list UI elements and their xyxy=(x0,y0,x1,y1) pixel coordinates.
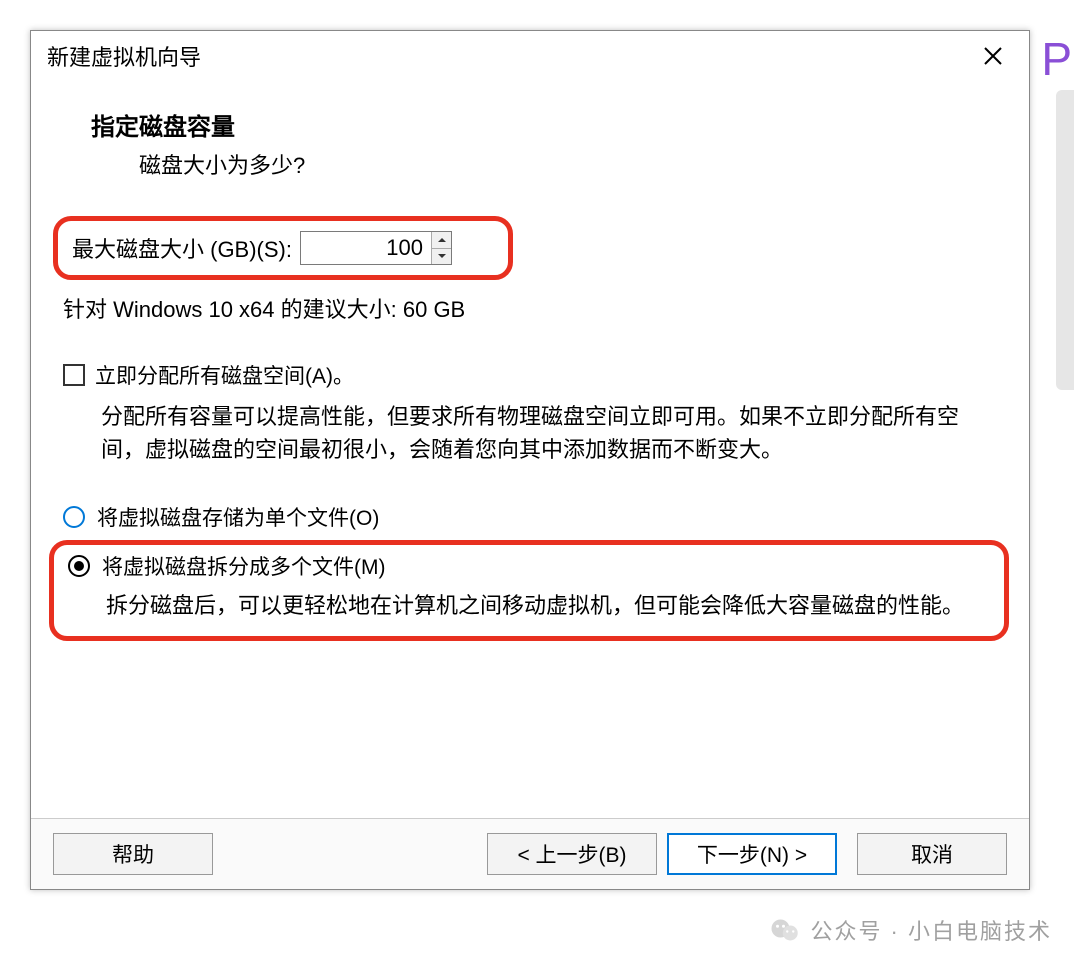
radio-split-files-row[interactable]: 将虚拟磁盘拆分成多个文件(M) xyxy=(68,551,990,581)
page-title: 指定磁盘容量 xyxy=(91,107,969,142)
spinner-buttons xyxy=(431,232,451,264)
close-icon xyxy=(983,46,1003,66)
disk-size-spinner[interactable] xyxy=(300,231,452,265)
watermark-text: 公众号 · 小白电脑技术 xyxy=(810,914,1052,946)
wizard-header: 指定磁盘容量 磁盘大小为多少? xyxy=(31,81,1029,210)
radio-single-file-row[interactable]: 将虚拟磁盘存储为单个文件(O) xyxy=(63,502,1007,532)
disk-size-input[interactable] xyxy=(301,232,431,264)
spinner-up-button[interactable] xyxy=(432,232,451,249)
close-button[interactable] xyxy=(973,36,1013,76)
back-button[interactable]: < 上一步(B) xyxy=(487,833,657,875)
wizard-content: 最大磁盘大小 (GB)(S): 针对 Windows 10 x64 的建议大小:… xyxy=(31,210,1029,818)
wizard-dialog: 新建虚拟机向导 指定磁盘容量 磁盘大小为多少? 最大磁盘大小 (GB)(S): xyxy=(30,30,1030,890)
disk-size-label: 最大磁盘大小 (GB)(S): xyxy=(72,232,292,264)
radio-split-files-label: 将虚拟磁盘拆分成多个文件(M) xyxy=(102,551,385,581)
chevron-down-icon xyxy=(438,253,446,259)
titlebar: 新建虚拟机向导 xyxy=(31,31,1029,81)
radio-single-file-label: 将虚拟磁盘存储为单个文件(O) xyxy=(97,502,379,532)
radio-selected-dot-icon xyxy=(74,561,84,571)
split-files-description: 拆分磁盘后，可以更轻松地在计算机之间移动虚拟机，但可能会降低大容量磁盘的性能。 xyxy=(106,589,990,622)
spinner-down-button[interactable] xyxy=(432,249,451,265)
allocate-now-checkbox[interactable] xyxy=(63,364,85,386)
help-button[interactable]: 帮助 xyxy=(53,833,213,875)
background-app-letter: P xyxy=(1041,32,1072,86)
chevron-up-icon xyxy=(438,237,446,243)
watermark: 公众号 · 小白电脑技术 xyxy=(770,914,1052,946)
wechat-icon xyxy=(770,915,800,945)
radio-single-file[interactable] xyxy=(63,506,85,528)
next-button[interactable]: 下一步(N) > xyxy=(667,833,837,875)
highlight-disk-size: 最大磁盘大小 (GB)(S): xyxy=(53,216,513,280)
page-subtitle: 磁盘大小为多少? xyxy=(139,148,969,180)
dialog-title: 新建虚拟机向导 xyxy=(47,40,973,72)
radio-split-files[interactable] xyxy=(68,555,90,577)
allocate-now-description: 分配所有容量可以提高性能，但要求所有物理磁盘空间立即可用。如果不立即分配所有空间… xyxy=(101,400,997,466)
cancel-button[interactable]: 取消 xyxy=(857,833,1007,875)
allocate-now-row[interactable]: 立即分配所有磁盘空间(A)。 xyxy=(63,360,1007,390)
allocate-now-label: 立即分配所有磁盘空间(A)。 xyxy=(95,360,354,390)
recommended-size-text: 针对 Windows 10 x64 的建议大小: 60 GB xyxy=(63,292,1007,324)
wizard-footer: 帮助 < 上一步(B) 下一步(N) > 取消 xyxy=(31,818,1029,889)
highlight-split-option: 将虚拟磁盘拆分成多个文件(M) 拆分磁盘后，可以更轻松地在计算机之间移动虚拟机，… xyxy=(49,540,1009,641)
background-scrollbar xyxy=(1056,90,1074,390)
